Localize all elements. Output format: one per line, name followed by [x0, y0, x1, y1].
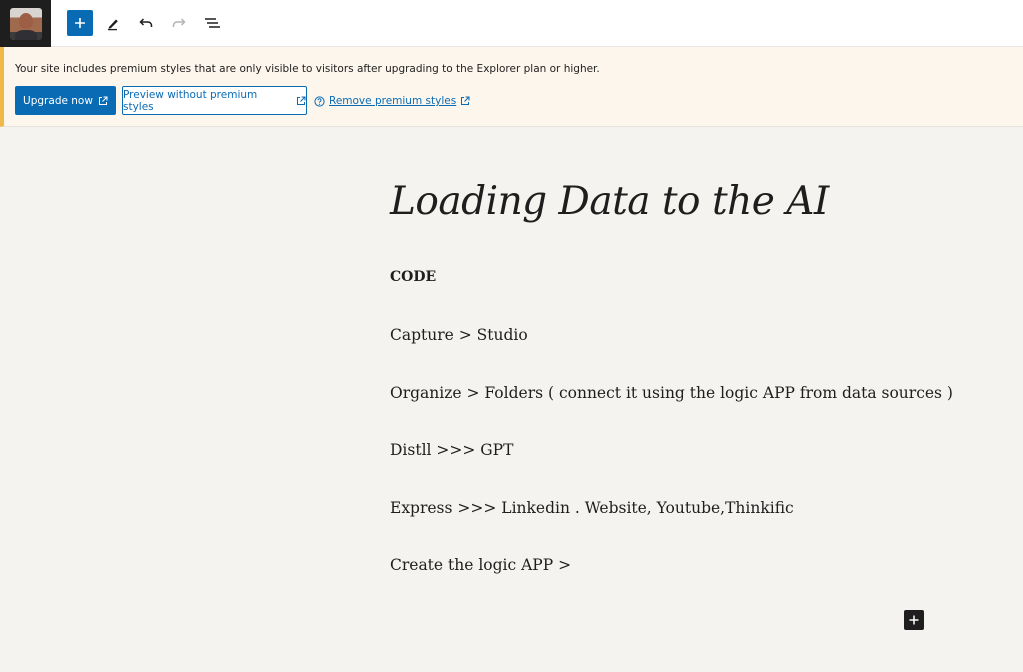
- paragraph-block[interactable]: Distll >>> GPT: [390, 441, 513, 459]
- plus-icon: [909, 615, 919, 625]
- list-view-icon: [205, 18, 220, 28]
- add-block-button[interactable]: [67, 10, 93, 36]
- preview-without-premium-button[interactable]: Preview without premium styles: [122, 86, 307, 115]
- paragraph-block[interactable]: Organize > Folders ( connect it using th…: [390, 384, 953, 402]
- plus-icon: [75, 18, 85, 28]
- paragraph-block[interactable]: Express >>> Linkedin . Website, Youtube,…: [390, 499, 794, 517]
- external-link-icon: [297, 96, 306, 105]
- remove-premium-label: Remove premium styles: [329, 95, 457, 107]
- avatar: [9, 7, 42, 40]
- redo-button[interactable]: [166, 10, 192, 36]
- notice-message: Your site includes premium styles that a…: [15, 63, 600, 75]
- redo-icon: [172, 18, 186, 27]
- paragraph-block[interactable]: Capture > Studio: [390, 326, 528, 344]
- upgrade-now-button[interactable]: Upgrade now: [15, 86, 116, 115]
- undo-button[interactable]: [133, 10, 159, 36]
- remove-premium-styles-link[interactable]: Remove premium styles: [314, 94, 470, 108]
- editor-toolbar: [0, 0, 1023, 47]
- premium-styles-notice: Your site includes premium styles that a…: [0, 47, 1023, 127]
- editor-canvas: Loading Data to the AI CODE Capture > St…: [0, 127, 1023, 672]
- external-link-icon: [461, 96, 470, 105]
- help-circle-icon: [314, 95, 325, 107]
- post-title[interactable]: Loading Data to the AI: [390, 179, 829, 224]
- undo-icon: [139, 18, 153, 27]
- external-link-icon: [98, 96, 108, 105]
- paragraph-block[interactable]: Create the logic APP >: [390, 556, 571, 574]
- site-avatar-button[interactable]: [0, 0, 51, 47]
- pencil-icon: [108, 19, 118, 31]
- inline-add-block-button[interactable]: [904, 610, 924, 630]
- preview-label: Preview without premium styles: [123, 88, 258, 113]
- tools-button[interactable]: [100, 10, 126, 36]
- upgrade-now-label: Upgrade now: [23, 94, 93, 107]
- paragraph-block[interactable]: CODE: [390, 269, 436, 285]
- document-overview-button[interactable]: [199, 10, 225, 36]
